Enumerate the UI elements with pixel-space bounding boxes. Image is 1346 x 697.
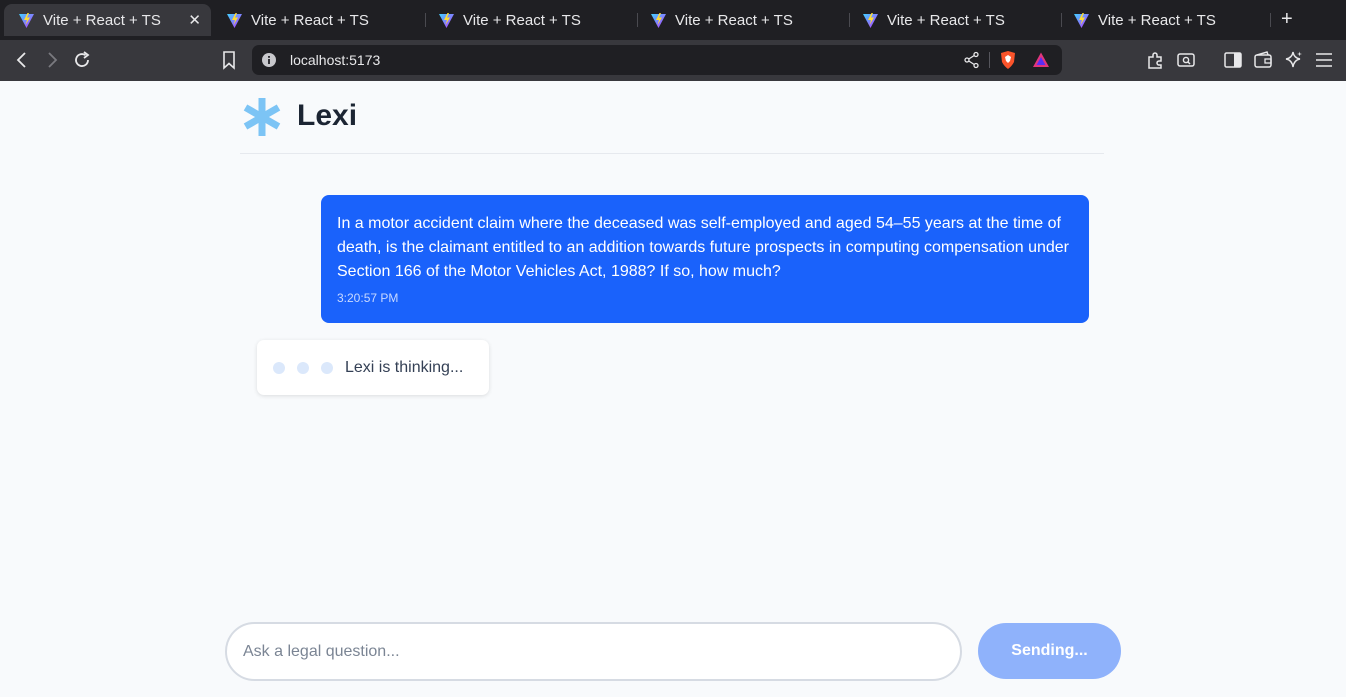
wallet-icon[interactable] [1253, 50, 1273, 70]
omnibox-divider [989, 52, 990, 68]
vite-favicon-icon [1074, 12, 1089, 28]
assistant-typing-indicator: Lexi is thinking... [257, 340, 489, 395]
close-tab-icon[interactable]: ✕ [188, 11, 201, 29]
message-timestamp: 3:20:57 PM [337, 291, 399, 305]
typing-dot [297, 361, 309, 374]
address-bar[interactable]: localhost:5173 [252, 45, 1062, 75]
tab-title: Vite + React + TS [43, 11, 161, 29]
vite-favicon-icon [651, 12, 666, 28]
browser-toolbar: localhost:5173 [0, 40, 1346, 81]
vite-favicon-icon [439, 12, 454, 28]
typing-dot [321, 361, 333, 374]
bookmark-icon[interactable] [219, 50, 239, 70]
app-header: Lexi [240, 81, 1104, 154]
tab-title: Vite + React + TS [1098, 11, 1216, 29]
tab-divider [1270, 13, 1271, 27]
typing-dot [273, 361, 285, 374]
sidebar-icon[interactable] [1223, 50, 1243, 70]
thinking-status: Lexi is thinking... [345, 358, 464, 376]
menu-icon[interactable] [1314, 50, 1334, 70]
share-icon[interactable] [963, 51, 981, 74]
back-icon[interactable] [12, 50, 32, 70]
browser-tab[interactable]: Vite + React + TS [212, 5, 422, 35]
user-message-text: In a motor accident claim where the dece… [337, 215, 1069, 280]
tab-title: Vite + React + TS [675, 11, 793, 29]
vite-favicon-icon [227, 12, 242, 28]
vite-favicon-icon [19, 12, 34, 28]
extensions-icon[interactable] [1146, 50, 1166, 70]
site-info-icon[interactable] [261, 52, 277, 73]
forward-icon[interactable] [42, 50, 62, 70]
tab-title: Vite + React + TS [887, 11, 1005, 29]
tab-search-icon[interactable] [1176, 50, 1196, 70]
url-text: localhost:5173 [290, 52, 381, 68]
user-message-bubble: In a motor accident claim where the dece… [321, 195, 1089, 323]
browser-tab[interactable]: Vite + React + TS [424, 5, 634, 35]
lexi-logo-icon [242, 96, 282, 143]
reload-icon[interactable] [72, 50, 92, 70]
brave-rewards-icon[interactable] [1032, 51, 1050, 74]
app-title: Lexi [297, 99, 358, 132]
tab-strip: Vite + React + TS ✕ Vite + React + TS Vi… [0, 0, 1346, 40]
tab-title: Vite + React + TS [463, 11, 581, 29]
question-input[interactable] [243, 624, 943, 679]
vite-favicon-icon [863, 12, 878, 28]
new-tab-button[interactable]: + [1281, 9, 1293, 29]
tab-title: Vite + React + TS [251, 11, 369, 29]
send-button[interactable]: Sending... [978, 623, 1121, 679]
browser-tab[interactable]: Vite + React + TS [636, 5, 846, 35]
brave-shields-icon[interactable] [999, 50, 1017, 75]
message-composer [225, 622, 962, 681]
browser-tab[interactable]: Vite + React + TS [848, 5, 1058, 35]
browser-tab[interactable]: Vite + React + TS [1059, 5, 1269, 35]
browser-tab[interactable]: Vite + React + TS ✕ [4, 4, 211, 36]
leo-ai-icon[interactable] [1284, 50, 1304, 70]
page-viewport: Lexi In a motor accident claim where the… [0, 81, 1346, 697]
